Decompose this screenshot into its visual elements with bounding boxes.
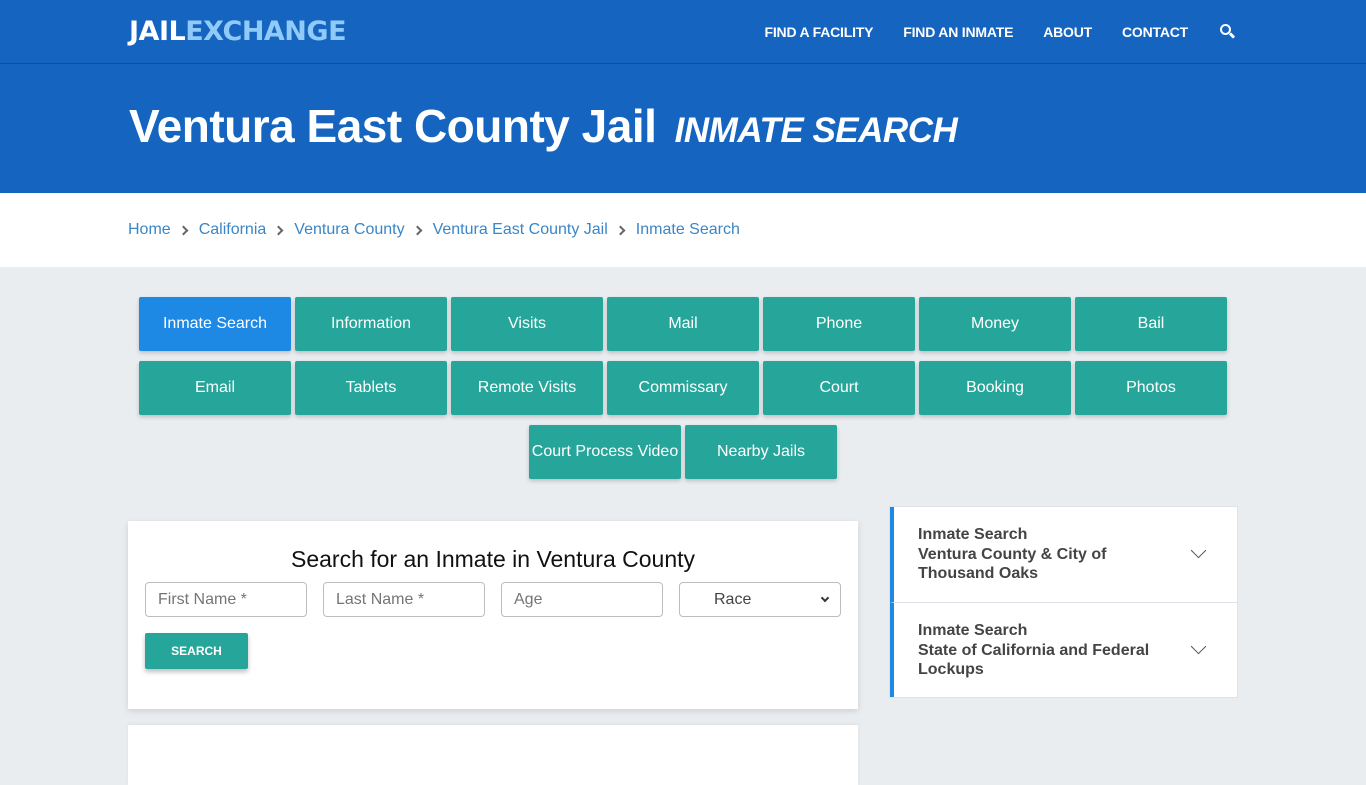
chevron-right-icon — [412, 225, 423, 235]
chevron-down-icon — [820, 593, 830, 602]
tab-row-3: Court Process Video Nearby Jails — [137, 425, 1229, 479]
accordion-item-ventura-county[interactable]: Inmate Search Ventura County & City of T… — [890, 507, 1237, 602]
tab-bail[interactable]: Bail — [1075, 297, 1227, 351]
nav-contact[interactable]: CONTACT — [1122, 24, 1188, 40]
tab-row-1: Inmate Search Information Visits Mail Ph… — [137, 297, 1229, 351]
nav-about[interactable]: ABOUT — [1043, 24, 1092, 40]
accordion-item-state-federal[interactable]: Inmate Search State of California and Fe… — [890, 602, 1237, 697]
page-title-main: Ventura East County Jail — [129, 100, 657, 152]
tab-commissary[interactable]: Commissary — [607, 361, 759, 415]
logo-jail-text: JAIL — [129, 16, 186, 47]
last-name-placeholder: Last Name * — [336, 590, 425, 608]
nav-find-an-inmate[interactable]: FIND AN INMATE — [903, 24, 1013, 40]
search-submit-button[interactable]: SEARCH — [145, 633, 248, 669]
tab-photos[interactable]: Photos — [1075, 361, 1227, 415]
tab-booking[interactable]: Booking — [919, 361, 1071, 415]
nav-find-a-facility[interactable]: FIND A FACILITY — [765, 24, 874, 40]
tab-tablets[interactable]: Tablets — [295, 361, 447, 415]
tab-remote-visits[interactable]: Remote Visits — [451, 361, 603, 415]
search-icon-handle — [1228, 32, 1236, 39]
tab-inmate-search[interactable]: Inmate Search — [139, 297, 291, 351]
search-fields: First Name * Last Name * Age Race — [145, 582, 857, 617]
tab-money[interactable]: Money — [919, 297, 1071, 351]
chevron-down-icon[interactable] — [1190, 542, 1207, 559]
tab-phone[interactable]: Phone — [763, 297, 915, 351]
chevron-right-icon — [615, 225, 626, 235]
first-name-input[interactable]: First Name * — [145, 582, 307, 617]
inmate-search-card: Search for an Inmate in Ventura County F… — [128, 521, 858, 709]
tab-court[interactable]: Court — [763, 361, 915, 415]
breadcrumb-ventura-east-county-jail[interactable]: Ventura East County Jail — [433, 221, 608, 239]
last-name-input[interactable]: Last Name * — [323, 582, 485, 617]
breadcrumb: Home California Ventura County Ventura E… — [0, 193, 1366, 267]
breadcrumb-california[interactable]: California — [199, 221, 267, 239]
top-navbar: JAILEXCHANGE FIND A FACILITY FIND AN INM… — [0, 0, 1366, 64]
accordion-title-line1: Inmate Search — [918, 622, 1028, 639]
facility-tabs: Inmate Search Information Visits Mail Ph… — [137, 297, 1229, 489]
tab-row-2: Email Tablets Remote Visits Commissary C… — [137, 361, 1229, 415]
race-select[interactable]: Race — [679, 582, 841, 617]
tab-mail[interactable]: Mail — [607, 297, 759, 351]
chevron-right-icon — [273, 225, 284, 235]
breadcrumb-ventura-county[interactable]: Ventura County — [294, 221, 404, 239]
chevron-down-icon[interactable] — [1190, 638, 1207, 655]
page-title-subtitle: INMATE SEARCH — [674, 111, 958, 150]
inmate-search-accordion: Inmate Search Ventura County & City of T… — [889, 506, 1238, 698]
race-selected-value: Race — [714, 590, 752, 608]
age-placeholder: Age — [514, 590, 543, 608]
breadcrumb-inmate-search[interactable]: Inmate Search — [636, 221, 740, 239]
accordion-title-line2: Ventura County & City of Thousand Oaks — [918, 545, 1107, 583]
breadcrumb-home[interactable]: Home — [128, 221, 171, 239]
accordion-title-line1: Inmate Search — [918, 526, 1028, 543]
tab-nearby-jails[interactable]: Nearby Jails — [685, 425, 837, 479]
main-nav: FIND A FACILITY FIND AN INMATE ABOUT CON… — [735, 0, 1236, 64]
page-hero: Ventura East County Jail INMATE SEARCH — [0, 64, 1366, 193]
tab-visits[interactable]: Visits — [451, 297, 603, 351]
search-heading: Search for an Inmate in Ventura County — [290, 546, 696, 572]
chevron-right-icon — [178, 225, 189, 235]
search-icon[interactable] — [1220, 24, 1236, 40]
tab-information[interactable]: Information — [295, 297, 447, 351]
page-title: Ventura East County Jail INMATE SEARCH — [129, 96, 958, 161]
content-card — [128, 725, 858, 785]
age-input[interactable]: Age — [501, 582, 663, 617]
tab-court-process-video[interactable]: Court Process Video — [529, 425, 681, 479]
logo-exchange-text: EXCHANGE — [185, 16, 347, 47]
first-name-placeholder: First Name * — [158, 590, 247, 608]
accordion-title-line2: State of California and Federal Lockups — [918, 641, 1150, 679]
site-logo[interactable]: JAILEXCHANGE — [129, 16, 347, 48]
tab-email[interactable]: Email — [139, 361, 291, 415]
